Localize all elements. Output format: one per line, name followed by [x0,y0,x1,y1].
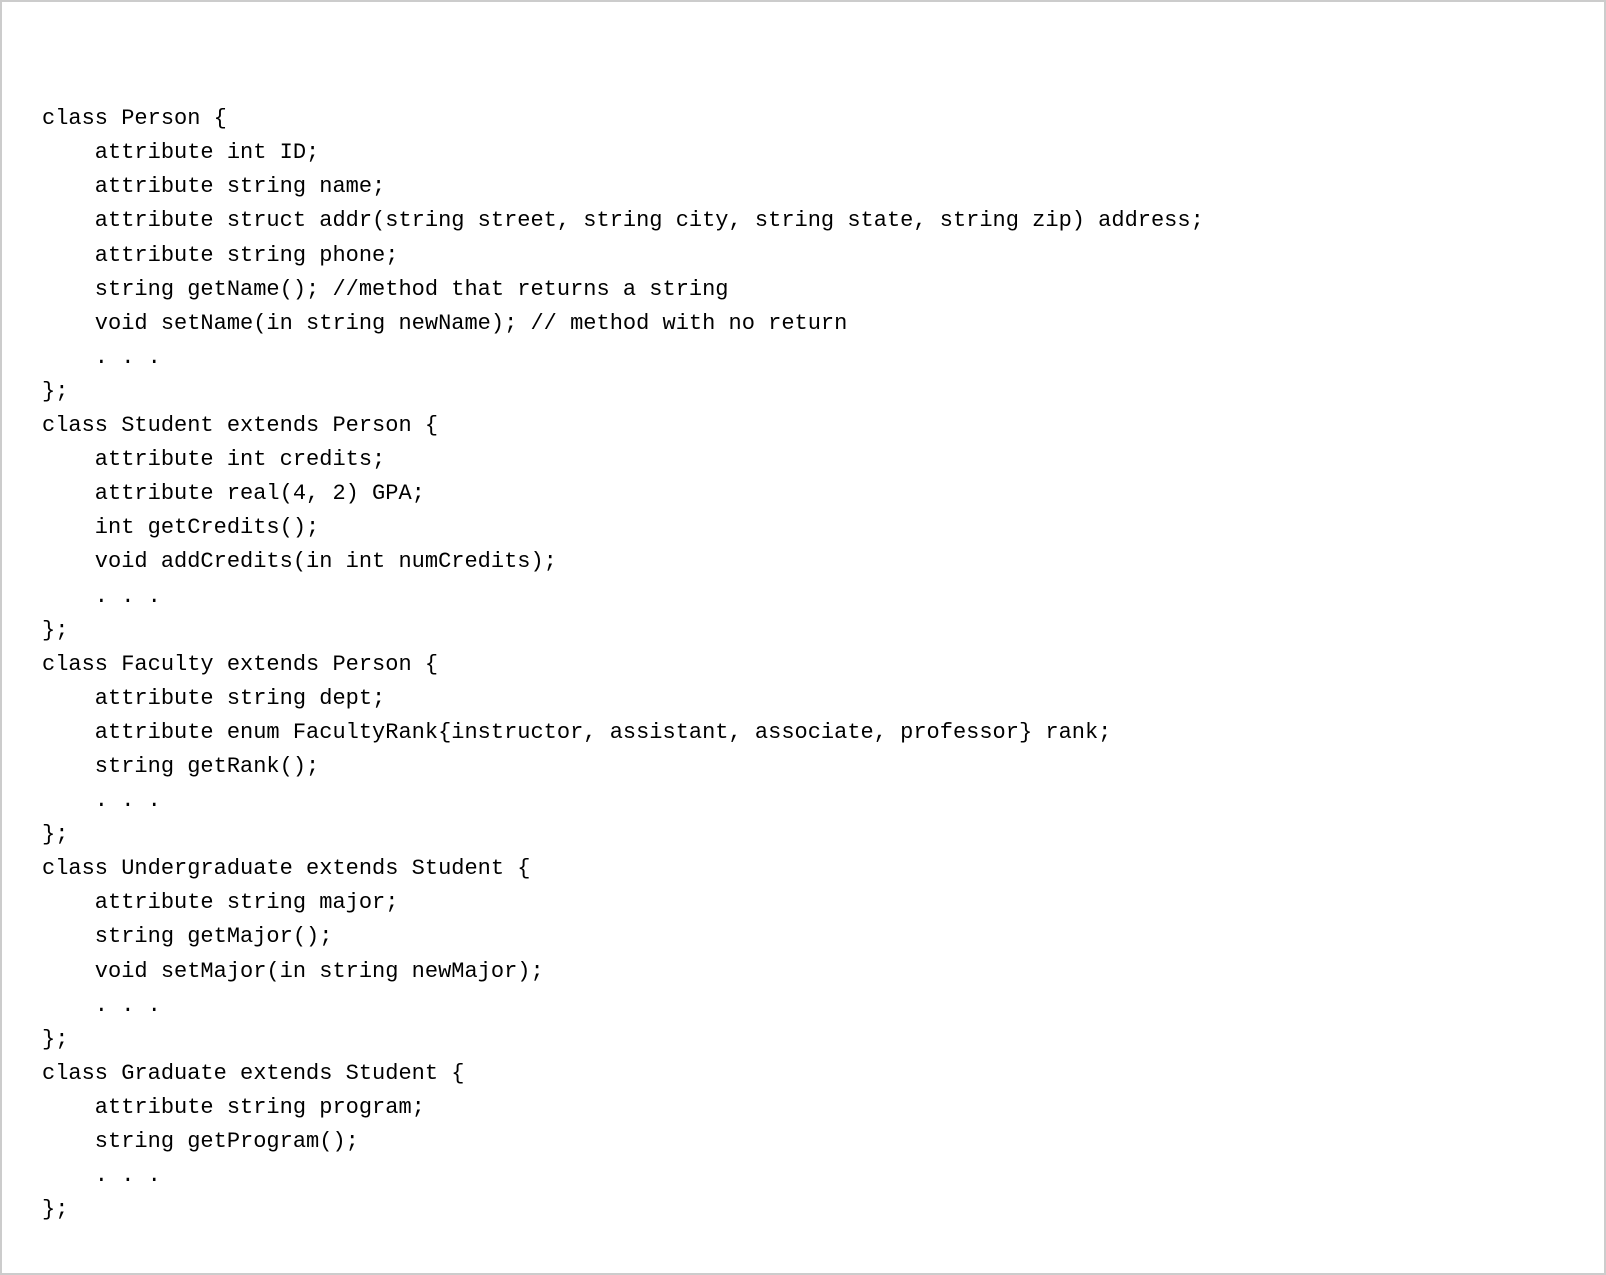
code-line: string getMajor(); [42,920,1564,954]
code-line: . . . [42,784,1564,818]
code-line: }; [42,1193,1564,1227]
code-line: attribute int ID; [42,136,1564,170]
code-line: class Undergraduate extends Student { [42,852,1564,886]
code-line: . . . [42,1159,1564,1193]
code-line: attribute string name; [42,170,1564,204]
code-line: }; [42,614,1564,648]
code-line: attribute int credits; [42,443,1564,477]
code-line: . . . [42,580,1564,614]
code-line: }; [42,1023,1564,1057]
code-line: }; [42,818,1564,852]
code-line: void setMajor(in string newMajor); [42,955,1564,989]
code-line: class Student extends Person { [42,409,1564,443]
code-line: . . . [42,341,1564,375]
code-container: class Person { attribute int ID; attribu… [0,0,1606,1275]
code-line: attribute string phone; [42,239,1564,273]
code-line: class Faculty extends Person { [42,648,1564,682]
code-line: void addCredits(in int numCredits); [42,545,1564,579]
code-line: attribute string dept; [42,682,1564,716]
code-line: class Person { [42,102,1564,136]
code-line: attribute struct addr(string street, str… [42,204,1564,238]
code-line: attribute enum FacultyRank{instructor, a… [42,716,1564,750]
code-line: attribute string major; [42,886,1564,920]
code-line: class Graduate extends Student { [42,1057,1564,1091]
code-line: attribute string program; [42,1091,1564,1125]
code-block: class Person { attribute int ID; attribu… [42,34,1564,1227]
code-line: string getRank(); [42,750,1564,784]
code-line: void setName(in string newName); // meth… [42,307,1564,341]
code-line: attribute real(4, 2) GPA; [42,477,1564,511]
code-line: string getProgram(); [42,1125,1564,1159]
code-line: string getName(); //method that returns … [42,273,1564,307]
code-line: int getCredits(); [42,511,1564,545]
code-line: . . . [42,989,1564,1023]
code-line: }; [42,375,1564,409]
